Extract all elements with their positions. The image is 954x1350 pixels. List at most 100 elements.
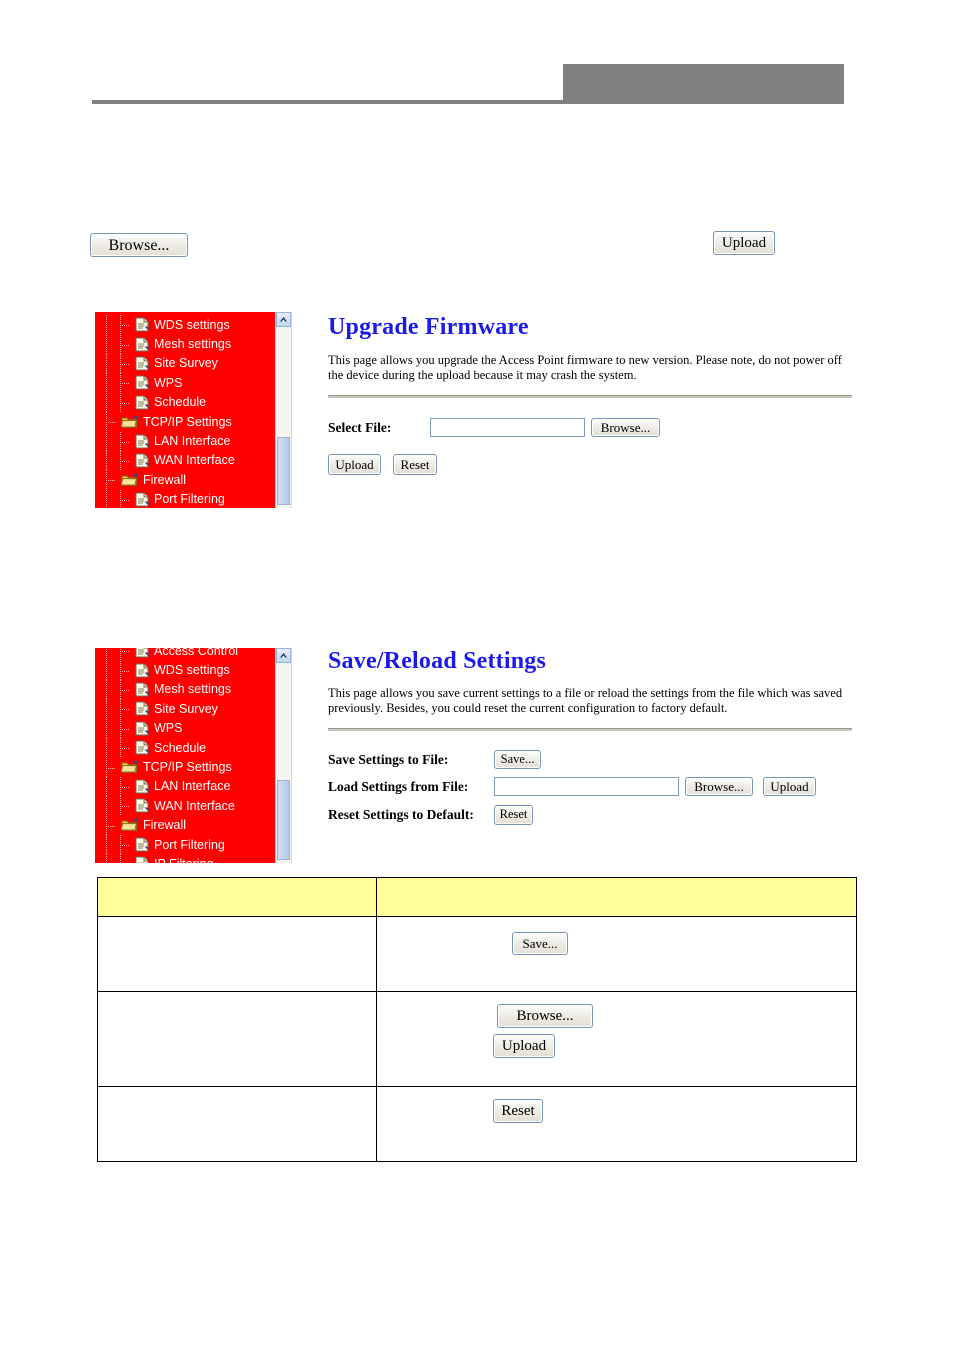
table-row: Browse... Upload: [97, 991, 857, 1087]
sidebar-item-label: TCP/IP Settings: [143, 414, 232, 429]
select-file-row: Select File: Browse...: [328, 418, 660, 437]
save-button[interactable]: Save...: [512, 932, 568, 955]
reset-button[interactable]: Reset: [494, 805, 533, 825]
tree-connector: [95, 757, 121, 777]
nav-scrollbar[interactable]: [275, 312, 291, 508]
tree-connector: [95, 648, 135, 661]
select-file-input[interactable]: [430, 418, 585, 437]
screenshot-save-reload-settings: Access Control WDS settings Mesh settings S…: [95, 648, 857, 863]
select-file-label: Select File:: [328, 419, 392, 435]
router-content-pane: Upgrade Firmware This page allows you up…: [300, 312, 857, 508]
sidebar-item-tcp-ip-settings[interactable]: TCP/IP Settings: [95, 412, 275, 432]
save-button[interactable]: Save...: [494, 750, 541, 769]
tree-connector: [95, 699, 135, 719]
sidebar-item-ip-filtering[interactable]: IP Filtering: [95, 854, 275, 863]
nav-scrollbar[interactable]: [275, 648, 291, 863]
page-header-rule: [92, 100, 844, 104]
sidebar-item-label: IP Filtering: [154, 857, 214, 863]
browse-button[interactable]: Browse...: [591, 418, 660, 437]
tree-connector: [95, 392, 135, 412]
cell-buttons: Save...: [385, 932, 848, 955]
chevron-up-icon: [280, 317, 287, 322]
browse-button[interactable]: Browse...: [685, 777, 753, 796]
page-icon: [135, 395, 149, 410]
nav-divider: [291, 648, 292, 863]
sidebar-item-wds-settings[interactable]: WDS settings: [95, 315, 275, 335]
table-cell-item: [97, 991, 377, 1087]
sidebar-item-wps[interactable]: WPS: [95, 718, 275, 738]
browse-button[interactable]: Browse...: [497, 1004, 593, 1028]
reset-button[interactable]: Reset: [493, 1099, 543, 1123]
sidebar-item-lan-interface[interactable]: LAN Interface: [95, 431, 275, 451]
page-icon: [135, 798, 149, 813]
upload-button[interactable]: Upload: [328, 454, 381, 475]
sidebar-item-mesh-settings[interactable]: Mesh settings: [95, 679, 275, 699]
scrollbar-thumb[interactable]: [277, 780, 290, 860]
page-description: This page allows you upgrade the Access …: [328, 353, 842, 382]
sidebar-item-label: Port Filtering: [154, 837, 225, 852]
upload-button[interactable]: Upload: [763, 777, 816, 796]
upload-button[interactable]: Upload: [713, 231, 775, 255]
scroll-up-arrow-icon[interactable]: [276, 312, 291, 327]
sidebar-item-wan-interface[interactable]: WAN Interface: [95, 796, 275, 816]
folder-icon: [121, 761, 138, 773]
sidebar-item-schedule[interactable]: Schedule: [95, 738, 275, 758]
sidebar-item-wan-interface[interactable]: WAN Interface: [95, 450, 275, 470]
sidebar-item-site-survey[interactable]: Site Survey: [95, 353, 275, 373]
sidebar-item-lan-interface[interactable]: LAN Interface: [95, 776, 275, 796]
sidebar-item-schedule[interactable]: Schedule: [95, 392, 275, 412]
sidebar-item-mesh-settings[interactable]: Mesh settings: [95, 334, 275, 354]
tree-connector: [95, 854, 135, 863]
scrollbar-thumb[interactable]: [277, 437, 290, 505]
tree-connector: [95, 470, 121, 490]
scroll-up-arrow-icon[interactable]: [276, 648, 291, 663]
table-cell-item: [97, 916, 377, 992]
sidebar-item-port-filtering[interactable]: Port Filtering: [95, 489, 275, 508]
sidebar-item-label: Mesh settings: [154, 682, 232, 697]
sidebar-item-label: Schedule: [154, 740, 207, 755]
page-header-band: [563, 64, 844, 104]
sidebar-item-label: WPS: [154, 375, 183, 390]
firmware-action-row: Upload Reset: [328, 454, 437, 475]
page-icon: [135, 779, 149, 794]
sidebar-item-tcp-ip-settings[interactable]: TCP/IP Settings: [95, 757, 275, 777]
tree-connector: [95, 796, 135, 816]
browse-button[interactable]: Browse...: [90, 233, 188, 257]
sidebar-item-access-control[interactable]: Access Control: [95, 648, 275, 661]
page-icon: [135, 434, 149, 449]
sidebar-item-label: WAN Interface: [154, 798, 235, 813]
sidebar-item-wds-settings[interactable]: WDS settings: [95, 660, 275, 680]
table-header-row: [97, 877, 857, 917]
sidebar-item-label: Mesh settings: [154, 337, 232, 352]
tree-connector: [95, 373, 135, 393]
sidebar-item-wps[interactable]: WPS: [95, 373, 275, 393]
sidebar-item-firewall[interactable]: Firewall: [95, 470, 275, 490]
nav-divider: [291, 312, 292, 508]
router-nav-panel: Access Control WDS settings Mesh settings S…: [95, 648, 275, 863]
tree-connector: [95, 431, 135, 451]
table-row: Reset: [97, 1086, 857, 1162]
sidebar-item-label: Firewall: [143, 818, 187, 833]
load-settings-input[interactable]: [494, 777, 679, 796]
upload-button[interactable]: Upload: [493, 1034, 555, 1058]
sidebar-item-label: WAN Interface: [154, 453, 235, 468]
router-nav-panel: WDS settings Mesh settings Site Survey WPS S…: [95, 312, 275, 508]
sidebar-item-site-survey[interactable]: Site Survey: [95, 699, 275, 719]
folder-icon: [121, 415, 138, 428]
table-cell-item: [97, 1086, 377, 1162]
folder-icon: [121, 473, 138, 486]
sidebar-item-firewall[interactable]: Firewall: [95, 815, 275, 835]
sidebar-item-port-filtering[interactable]: Port Filtering: [95, 835, 275, 855]
sidebar-item-label: WDS settings: [154, 317, 230, 332]
sidebar-item-label: Schedule: [154, 395, 207, 410]
page-icon: [135, 648, 149, 658]
table-cell-description: Save...: [376, 916, 857, 992]
page-icon: [135, 337, 149, 352]
table-cell-description: Browse... Upload: [376, 991, 857, 1087]
sidebar-item-label: Access Control: [154, 648, 239, 658]
cell-buttons: Browse... Upload: [385, 1004, 848, 1058]
sidebar-item-label: WPS: [154, 721, 183, 736]
tree-connector: [95, 315, 135, 335]
sidebar-item-label: Site Survey: [154, 356, 218, 371]
reset-button[interactable]: Reset: [393, 454, 437, 475]
